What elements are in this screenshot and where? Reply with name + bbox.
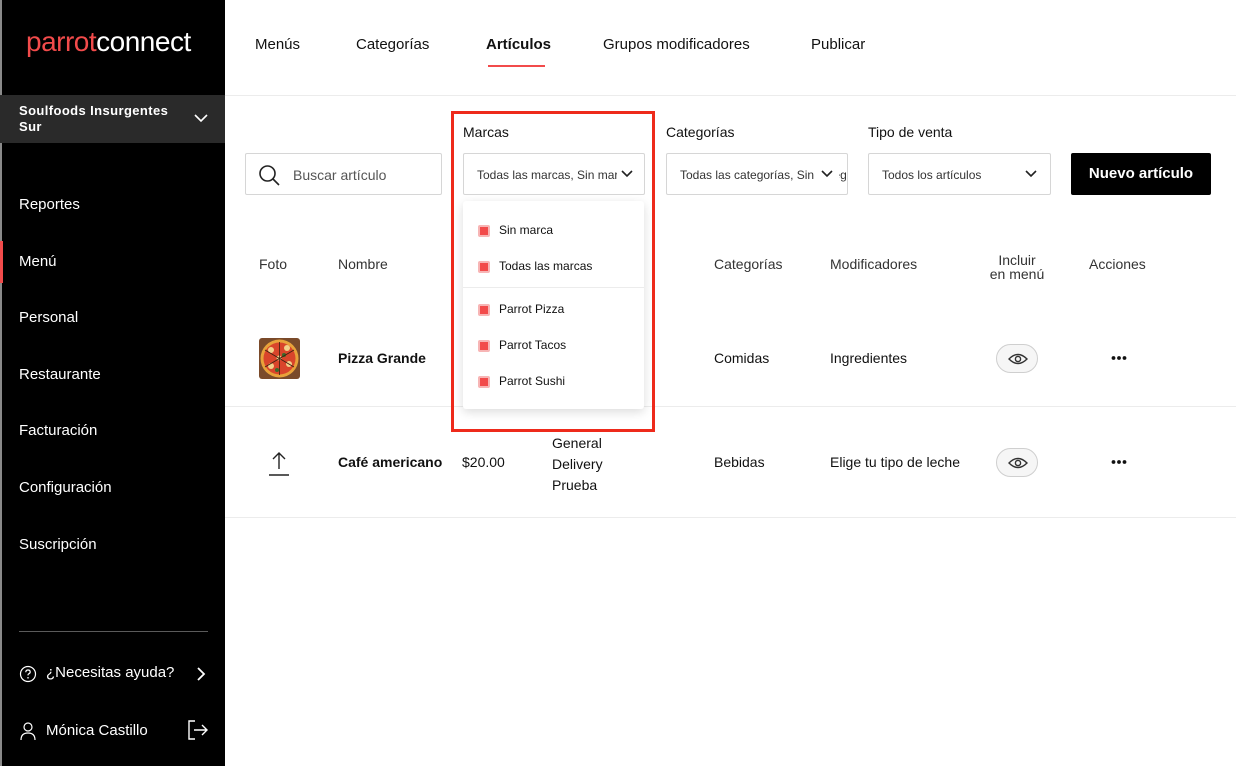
store-name: Soulfoods Insurgentes Sur	[19, 103, 169, 134]
sale-type-select-value: Todos los artículos	[882, 168, 982, 182]
item-menu-delivery: Delivery	[552, 456, 603, 472]
col-header-include-line1: Incluir	[998, 252, 1036, 268]
search-input[interactable]: Buscar artículo	[293, 167, 386, 183]
item-modifiers: Ingredientes	[830, 350, 908, 366]
item-photo-pizza[interactable]	[259, 338, 300, 379]
user-name: Mónica Castillo	[46, 722, 148, 739]
item-modifiers: Elige tu tipo de leche	[830, 454, 960, 470]
include-in-menu-toggle[interactable]	[996, 448, 1038, 477]
help-link[interactable]: ¿Necesitas ayuda?	[19, 660, 209, 686]
nav-item-restaurante[interactable]: Restaurante	[0, 354, 225, 396]
tab-menus[interactable]: Menús	[255, 36, 300, 53]
tab-grupos-modificadores[interactable]: Grupos modificadores	[603, 36, 750, 53]
nav-item-facturacion[interactable]: Facturación	[0, 410, 225, 452]
col-header-include-line2: en menú	[989, 266, 1045, 282]
item-name[interactable]: Pizza Grande	[338, 350, 426, 366]
chevron-down-icon	[1021, 166, 1041, 182]
eye-icon	[1008, 353, 1028, 365]
search-icon	[259, 165, 280, 186]
help-label: ¿Necesitas ayuda?	[46, 664, 175, 681]
item-price: $20.00	[462, 454, 505, 470]
more-actions-icon[interactable]	[1111, 459, 1127, 465]
categories-label: Categorías	[666, 124, 735, 140]
sale-type-select[interactable]: Todos los artículos	[868, 153, 1051, 195]
nav-item-reportes[interactable]: Reportes	[0, 184, 225, 226]
active-tab-indicator	[488, 65, 545, 67]
logo-part-connect: connect	[96, 26, 191, 57]
pizza-image	[259, 338, 300, 379]
tab-publicar[interactable]: Publicar	[811, 36, 865, 53]
item-menu-prueba: Prueba	[552, 477, 598, 493]
new-item-button[interactable]: Nuevo artículo	[1071, 153, 1211, 195]
col-header-categories: Categorías	[714, 256, 783, 272]
eye-icon	[1008, 457, 1028, 469]
sidebar: parrotconnect Soulfoods Insurgentes Sur …	[0, 0, 225, 766]
user-profile[interactable]: Mónica Castillo	[19, 717, 214, 745]
item-categories: Comidas	[714, 350, 770, 366]
col-header-photo: Foto	[259, 256, 288, 272]
chevron-right-icon	[197, 667, 206, 681]
row-divider	[225, 406, 1236, 407]
logout-icon[interactable]	[187, 719, 209, 741]
chevron-down-icon	[194, 114, 208, 123]
nav-item-suscripcion[interactable]: Suscripción	[0, 524, 225, 566]
categories-select[interactable]: Todas las categorías, Sin categoría	[666, 153, 848, 195]
col-header-include: Incluir en menú	[985, 253, 1049, 281]
col-header-name: Nombre	[338, 256, 388, 272]
chevron-down-icon	[815, 166, 839, 182]
nav-item-menu[interactable]: Menú	[0, 241, 225, 283]
store-selector[interactable]: Soulfoods Insurgentes Sur	[0, 95, 225, 143]
logo-part-parrot: parrot	[26, 26, 97, 57]
annotation-highlight-box	[451, 111, 655, 432]
sale-type-label: Tipo de venta	[868, 124, 953, 140]
item-name[interactable]: Café americano	[338, 454, 442, 470]
top-tabs: Menús Categorías Artículos Grupos modifi…	[225, 0, 1236, 96]
tab-categorias[interactable]: Categorías	[356, 36, 429, 53]
sidebar-divider	[19, 631, 208, 632]
tab-articulos[interactable]: Artículos	[486, 36, 551, 53]
search-box[interactable]: Buscar artículo	[245, 153, 442, 195]
upload-icon[interactable]	[268, 450, 290, 476]
nav-item-configuracion[interactable]: Configuración	[0, 467, 225, 509]
row-divider	[225, 517, 1236, 518]
app-logo[interactable]: parrotconnect	[26, 26, 191, 58]
col-header-actions: Acciones	[1089, 256, 1146, 272]
nav-item-personal[interactable]: Personal	[0, 297, 225, 339]
help-circle-icon	[19, 665, 37, 683]
include-in-menu-toggle[interactable]	[996, 344, 1038, 373]
item-menus: General Delivery Prueba	[552, 433, 603, 496]
user-icon	[20, 722, 36, 741]
col-header-modifiers: Modificadores	[830, 256, 918, 272]
item-menu-general: General	[552, 435, 602, 451]
item-categories: Bebidas	[714, 454, 765, 470]
more-actions-icon[interactable]	[1111, 355, 1127, 361]
